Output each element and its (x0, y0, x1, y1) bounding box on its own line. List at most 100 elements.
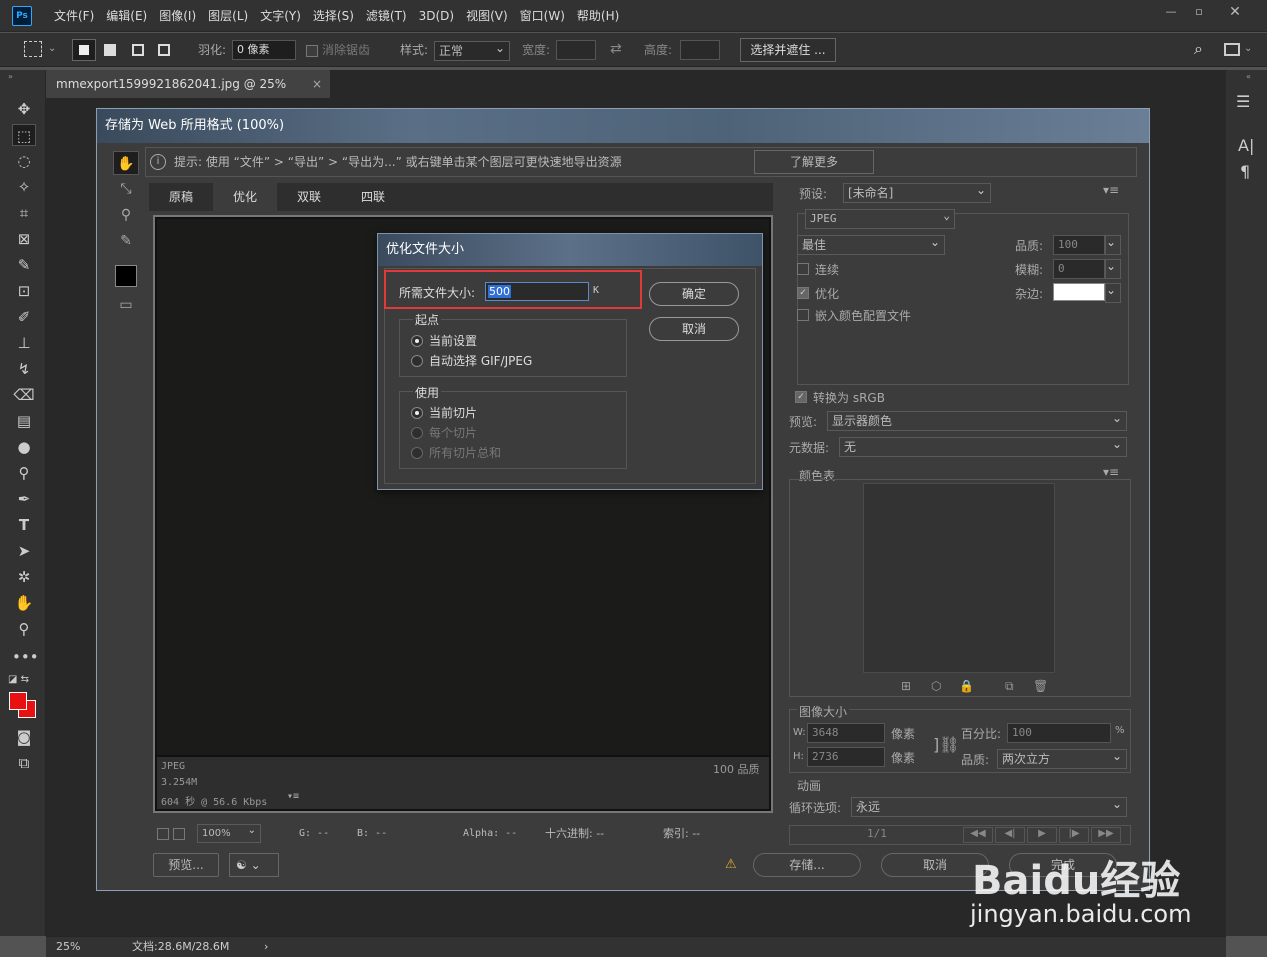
width-input[interactable]: 3648 (807, 723, 885, 743)
zoom-select[interactable]: 100% (197, 822, 261, 843)
menu-edit[interactable]: 编辑(E) (100, 0, 153, 32)
brush-tool-icon[interactable]: ✐ (12, 306, 36, 328)
ok-button[interactable]: 确定 (649, 282, 739, 306)
shape-tool-icon[interactable]: ✲ (12, 566, 36, 588)
quality-level-select[interactable]: 最佳 (797, 233, 945, 255)
stamp-tool-icon[interactable]: ⊥ (12, 332, 36, 354)
map-color-icon[interactable]: ⊞ (901, 679, 911, 693)
zoom-level[interactable]: 25% (56, 937, 80, 957)
lasso-tool-icon[interactable]: ◌ (12, 150, 36, 172)
style-select[interactable]: 正常 (434, 39, 510, 61)
eraser-tool-icon[interactable]: ⌫ (12, 384, 36, 406)
hand-tool-icon[interactable]: ✋ (113, 151, 139, 175)
menu-type[interactable]: 文字(Y) (254, 0, 307, 32)
chevron-down-icon[interactable]: ⌄ (48, 43, 56, 54)
status-arrow-icon[interactable]: › (264, 937, 268, 957)
eyedropper-tool-icon[interactable]: ✎ (113, 229, 139, 253)
collapse-icon[interactable]: « (1246, 72, 1251, 81)
quick-mask-icon[interactable]: ◙ (12, 726, 36, 748)
preview-button[interactable]: 预览... (153, 853, 219, 877)
tab-original[interactable]: 原稿 (149, 183, 213, 211)
matte-dropdown[interactable] (1105, 281, 1121, 303)
select-and-mask-button[interactable]: 选择并遮住 ... (740, 38, 836, 62)
first-frame-icon[interactable]: ◀◀ (963, 827, 993, 843)
percent-input[interactable]: 100 (1007, 723, 1111, 743)
tab-optimized[interactable]: 优化 (213, 183, 277, 211)
browser-select-icon[interactable]: ☯ ⌄ (229, 853, 279, 877)
dialog-cancel-button[interactable]: 取消 (649, 317, 739, 341)
menu-3d[interactable]: 3D(D) (413, 0, 460, 32)
close-icon[interactable]: ✕ (1222, 4, 1248, 20)
convert-srgb-checkbox[interactable]: ✓ (795, 391, 807, 403)
workspace-icon[interactable] (1224, 43, 1240, 56)
feather-input[interactable]: 0 像素 (232, 40, 296, 60)
embed-profile-checkbox[interactable] (797, 309, 809, 321)
menu-icon[interactable]: ▾≡ (287, 791, 299, 802)
zoom-out-icon[interactable] (157, 828, 169, 840)
blur-tool-icon[interactable]: ● (12, 436, 36, 458)
swap-icon[interactable]: ⇄ (610, 41, 622, 57)
eyedropper-tool-icon[interactable]: ✎ (12, 254, 36, 276)
zoom-in-icon[interactable] (173, 828, 185, 840)
foreground-color-swatch[interactable] (9, 692, 27, 710)
zoom-tool-icon[interactable]: ⚲ (113, 203, 139, 227)
character-icon[interactable]: A| (1238, 136, 1254, 155)
path-select-tool-icon[interactable]: ➤ (12, 540, 36, 562)
web-shift-icon[interactable]: ⬡ (931, 679, 941, 693)
rect-marquee-tool-icon[interactable]: ⬚ (12, 124, 36, 146)
resample-select[interactable]: 两次立方 (997, 747, 1127, 769)
eyedropper-color-swatch[interactable] (115, 265, 137, 287)
tab-2up[interactable]: 双联 (277, 183, 341, 211)
total-slices-radio[interactable] (411, 447, 423, 459)
each-slice-radio[interactable] (411, 427, 423, 439)
zoom-tool-icon[interactable]: ⚲ (12, 618, 36, 640)
search-icon[interactable]: ⌕ (1194, 39, 1203, 59)
antialias-checkbox[interactable] (306, 45, 318, 57)
screen-mode-icon[interactable]: ⧉ (12, 752, 36, 774)
lock-icon[interactable]: 🔒 (959, 679, 974, 693)
marquee-tool-icon[interactable] (24, 41, 42, 57)
preset-select[interactable]: [未命名] (843, 181, 991, 203)
link-icon[interactable]: ]⛓ (933, 735, 960, 754)
width-input[interactable] (556, 40, 596, 60)
quality-dropdown[interactable] (1105, 233, 1121, 255)
tab-close-icon[interactable]: × (312, 70, 322, 98)
trash-icon[interactable]: 🗑 (1033, 679, 1048, 693)
format-select[interactable]: JPEG (805, 207, 955, 229)
quality-input[interactable]: 100 (1053, 235, 1105, 255)
play-icon[interactable]: ▶ (1027, 827, 1057, 843)
learn-more-button[interactable]: 了解更多 (754, 150, 874, 174)
metadata-select[interactable]: 无 (839, 435, 1127, 457)
loop-select[interactable]: 永远 (851, 795, 1127, 817)
matte-swatch[interactable] (1053, 283, 1105, 301)
dodge-tool-icon[interactable]: ⚲ (12, 462, 36, 484)
progressive-checkbox[interactable] (797, 263, 809, 275)
menu-image[interactable]: 图像(I) (153, 0, 202, 32)
menu-view[interactable]: 视图(V) (460, 0, 514, 32)
restore-icon[interactable]: ▫ (1186, 4, 1212, 20)
height-input[interactable] (680, 40, 720, 60)
menu-select[interactable]: 选择(S) (307, 0, 360, 32)
save-button[interactable]: 存储... (753, 853, 861, 877)
new-color-icon[interactable]: ⧉ (1005, 679, 1014, 694)
hand-tool-icon[interactable]: ✋ (12, 592, 36, 614)
menu-help[interactable]: 帮助(H) (571, 0, 625, 32)
intersect-selection-icon[interactable] (158, 44, 170, 56)
add-selection-icon[interactable] (104, 44, 116, 56)
menu-filter[interactable]: 滤镜(T) (360, 0, 413, 32)
collapse-icon[interactable]: » (8, 72, 13, 81)
menu-file[interactable]: 文件(F) (48, 0, 100, 32)
current-settings-radio[interactable] (411, 335, 423, 347)
panel-menu-icon[interactable]: ▾≡ (1103, 183, 1119, 197)
move-tool-icon[interactable]: ✥ (12, 98, 36, 120)
tab-4up[interactable]: 四联 (341, 183, 405, 211)
menu-window[interactable]: 窗口(W) (514, 0, 571, 32)
history-brush-tool-icon[interactable]: ↯ (12, 358, 36, 380)
type-tool-icon[interactable]: T (12, 514, 36, 536)
blur-dropdown[interactable] (1105, 257, 1121, 279)
new-selection-icon[interactable] (72, 39, 96, 61)
slice-select-tool-icon[interactable]: ⤡ (113, 177, 139, 201)
magic-wand-tool-icon[interactable]: ✧ (12, 176, 36, 198)
optimized-checkbox[interactable]: ✓ (797, 287, 809, 299)
menu-layer[interactable]: 图层(L) (202, 0, 254, 32)
